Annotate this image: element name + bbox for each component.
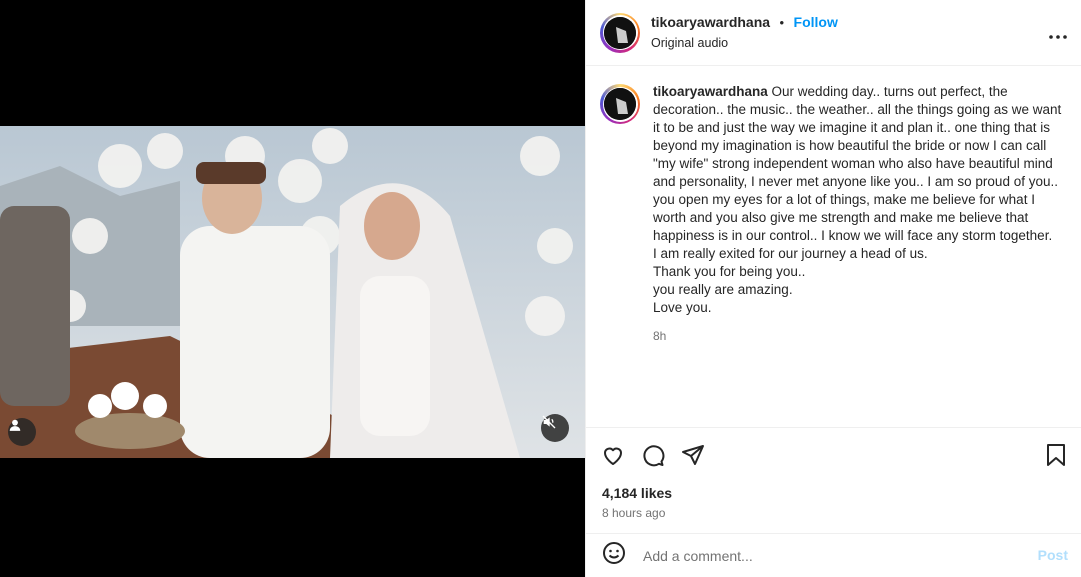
video-frame-illustration — [0, 126, 585, 458]
user-tag-icon[interactable] — [8, 418, 36, 446]
audio-link[interactable]: Original audio — [651, 37, 838, 50]
likes-count[interactable]: 4,184 likes — [602, 485, 672, 501]
video-player[interactable] — [0, 126, 585, 458]
action-bar — [586, 428, 1081, 478]
media-panel — [0, 0, 585, 577]
post-comment-button[interactable]: Post — [1038, 547, 1068, 563]
bookmark-icon[interactable] — [1043, 442, 1069, 468]
caption-time: 8h — [653, 329, 667, 343]
avatar[interactable] — [600, 12, 640, 53]
post-sidebar: tikoaryawardhana • Follow Original audio… — [585, 0, 1081, 577]
username-link[interactable]: tikoaryawardhana — [651, 14, 770, 30]
caption-body: Our wedding day.. turns out perfect, the… — [653, 84, 1062, 315]
caption-text: tikoaryawardhana Our wedding day.. turns… — [653, 83, 1063, 317]
comment-bar: Post — [586, 533, 1081, 577]
follow-button[interactable]: Follow — [794, 14, 838, 30]
muted-speaker-icon[interactable] — [541, 414, 569, 442]
paper-plane-icon[interactable] — [680, 442, 706, 468]
post-timestamp[interactable]: 8 hours ago — [602, 506, 665, 520]
separator-dot: • — [779, 15, 785, 31]
comment-bubble-icon[interactable] — [640, 442, 666, 468]
caption-avatar[interactable] — [600, 84, 640, 124]
caption-username[interactable]: tikoaryawardhana — [653, 84, 768, 99]
more-options-icon[interactable] — [1049, 22, 1067, 45]
post-header: tikoaryawardhana • Follow Original audio — [586, 0, 1081, 66]
smiley-icon[interactable] — [602, 541, 626, 570]
heart-icon[interactable] — [600, 442, 626, 468]
comment-input[interactable] — [641, 546, 1005, 565]
caption-section: tikoaryawardhana Our wedding day.. turns… — [586, 66, 1081, 428]
post-modal: tikoaryawardhana • Follow Original audio… — [0, 0, 1081, 577]
